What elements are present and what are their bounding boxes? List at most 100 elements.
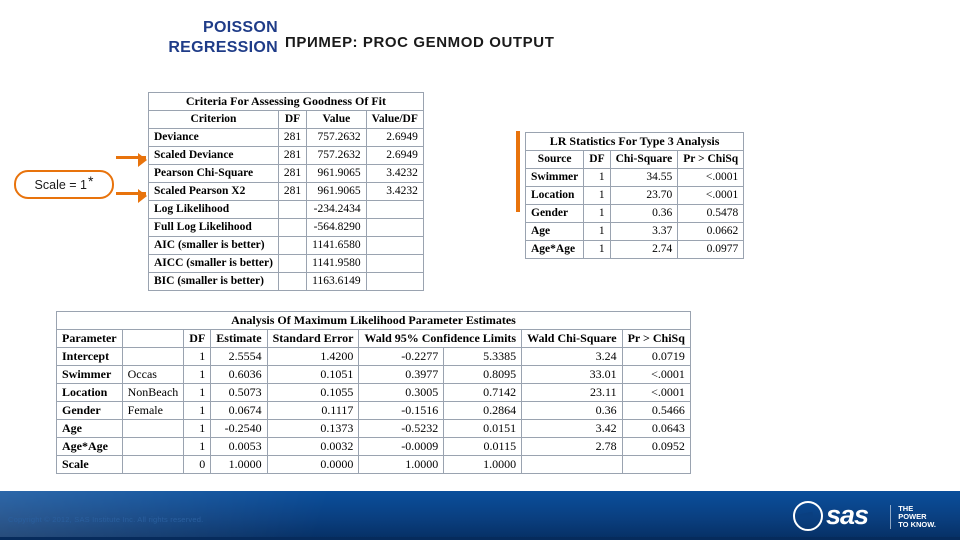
- lr-col-df: DF: [583, 150, 611, 169]
- gof-cell: 757.2632: [306, 128, 367, 147]
- mle-cell: -0.2540: [210, 419, 268, 438]
- gof-cell: [365, 272, 424, 291]
- mle-col-ci: Wald 95% Confidence Limits: [358, 329, 523, 348]
- table-row: Scaled Pearson X2 281 961.9065 3.4232: [148, 182, 424, 201]
- mle-cell: 0.1117: [266, 401, 360, 420]
- lr-cell: 1: [583, 186, 611, 205]
- gof-cell: [277, 218, 308, 237]
- mle-cell: 5.3385: [443, 347, 523, 366]
- mle-col-level: [121, 329, 185, 348]
- lr-cell: 3.37: [609, 222, 679, 241]
- gof-cell: AICC (smaller is better): [148, 254, 279, 273]
- mle-cell: 0.3005: [358, 383, 445, 402]
- mle-cell: 33.01: [521, 365, 623, 384]
- gof-caption: Criteria For Assessing Goodness Of Fit: [148, 92, 424, 111]
- table-row: Scaled Deviance 281 757.2632 2.6949: [148, 146, 424, 165]
- scale-callout-star: *: [88, 172, 94, 189]
- gof-cell: 961.9065: [306, 182, 367, 201]
- sas-logo: sas: [792, 500, 869, 531]
- mle-cell: [521, 455, 623, 474]
- mle-cell: Location: [56, 383, 123, 402]
- mle-cell: Female: [121, 401, 185, 420]
- mle-cell: Occas: [121, 365, 185, 384]
- mle-estimates-block: Analysis Of Maximum Likelihood Parameter…: [56, 311, 691, 474]
- mle-cell: 0.1051: [266, 365, 360, 384]
- mle-cell: 0.3977: [358, 365, 445, 384]
- mle-cell: 0.0674: [210, 401, 268, 420]
- gof-cell: [365, 218, 424, 237]
- lr-statistics-table: LR Statistics For Type 3 Analysis Source…: [524, 132, 745, 259]
- gof-cell: Log Likelihood: [148, 200, 279, 219]
- gof-cell: 1141.9580: [306, 254, 367, 273]
- mle-cell: 23.11: [521, 383, 623, 402]
- sas-logo-circle-icon: [792, 500, 823, 531]
- lr-cell: 1: [583, 240, 611, 259]
- mle-col-prchisq: Pr > ChiSq: [621, 329, 691, 348]
- goodness-of-fit-table: Criteria For Assessing Goodness Of Fit C…: [148, 92, 424, 291]
- scale-callout-label: Scale = 1: [34, 177, 87, 192]
- lr-cell: Location: [524, 186, 585, 205]
- table-row: BIC (smaller is better) 1163.6149: [148, 272, 424, 291]
- mle-cell: 0.2864: [443, 401, 523, 420]
- lr-cell: 0.5478: [677, 204, 745, 223]
- lr-cell: Age*Age: [524, 240, 585, 259]
- gof-cell: [365, 236, 424, 255]
- mle-cell: [121, 437, 185, 456]
- gof-cell: Deviance: [148, 128, 279, 147]
- sas-logo-text: sas: [825, 500, 869, 530]
- callout-arrow-top: [116, 153, 147, 167]
- gof-cell: [277, 236, 308, 255]
- gof-cell: [277, 272, 308, 291]
- lr-col-source: Source: [524, 150, 585, 169]
- sas-tagline: THE POWER TO KNOW.: [890, 505, 936, 529]
- lr-cell: 23.70: [609, 186, 679, 205]
- mle-cell: 1.0000: [210, 455, 268, 474]
- mle-cell: 0.1055: [266, 383, 360, 402]
- gof-cell: 281: [277, 128, 308, 147]
- lr-cell: Age: [524, 222, 585, 241]
- mle-cell: [121, 455, 185, 474]
- mle-cell: Swimmer: [56, 365, 123, 384]
- gof-col-df: DF: [277, 110, 308, 129]
- table-row: Scale 0 1.0000 0.0000 1.0000 1.0000: [56, 455, 691, 474]
- table-row: AIC (smaller is better) 1141.6580: [148, 236, 424, 255]
- footer-bar: Copyright © 2012, SAS Institute Inc. All…: [0, 491, 960, 540]
- table-row: Gender Female 1 0.0674 0.1117 -0.1516 0.…: [56, 401, 691, 420]
- table-row: Age 1 -0.2540 0.1373 -0.5232 0.0151 3.42…: [56, 419, 691, 438]
- lr-cell: 1: [583, 222, 611, 241]
- table-row: Swimmer 1 34.55 <.0001: [524, 168, 745, 187]
- gof-cell: 961.9065: [306, 164, 367, 183]
- mle-cell: 0.0115: [443, 437, 523, 456]
- page-title: POISSON REGRESSION: [168, 19, 278, 56]
- mle-cell: 0.5073: [210, 383, 268, 402]
- gof-cell: [365, 200, 424, 219]
- gof-cell: 3.4232: [365, 164, 424, 183]
- mle-caption: Analysis Of Maximum Likelihood Parameter…: [56, 311, 691, 330]
- table-row: Deviance 281 757.2632 2.6949: [148, 128, 424, 147]
- mle-cell: 0.6036: [210, 365, 268, 384]
- page-subtitle: ПРИМЕР: PROC GENMOD OUTPUT: [285, 34, 555, 51]
- gof-cell: 281: [277, 146, 308, 165]
- mle-cell: Age: [56, 419, 123, 438]
- mle-cell: 0.7142: [443, 383, 523, 402]
- mle-cell: 1: [183, 383, 212, 402]
- gof-cell: 281: [277, 164, 308, 183]
- mle-cell: 0.0000: [266, 455, 360, 474]
- lr-cell: 34.55: [609, 168, 679, 187]
- mle-cell: 2.78: [521, 437, 623, 456]
- lr-cell: 1: [583, 168, 611, 187]
- mle-cell: 0: [183, 455, 212, 474]
- mle-cell: 0.1373: [266, 419, 360, 438]
- gof-cell: 3.4232: [365, 182, 424, 201]
- mle-cell: 3.24: [521, 347, 623, 366]
- lr-statistics-block: LR Statistics For Type 3 Analysis Source…: [524, 132, 745, 259]
- mle-cell: -0.1516: [358, 401, 445, 420]
- copyright-text: Copyright © 2012, SAS Institute Inc. All…: [8, 515, 204, 524]
- gof-cell: [277, 254, 308, 273]
- mle-cell: 0.0032: [266, 437, 360, 456]
- callout-arrow-bottom: [116, 189, 147, 203]
- mle-cell: 3.42: [521, 419, 623, 438]
- mle-cell: [621, 455, 691, 474]
- mle-cell: 0.36: [521, 401, 623, 420]
- mle-cell: 1: [183, 419, 212, 438]
